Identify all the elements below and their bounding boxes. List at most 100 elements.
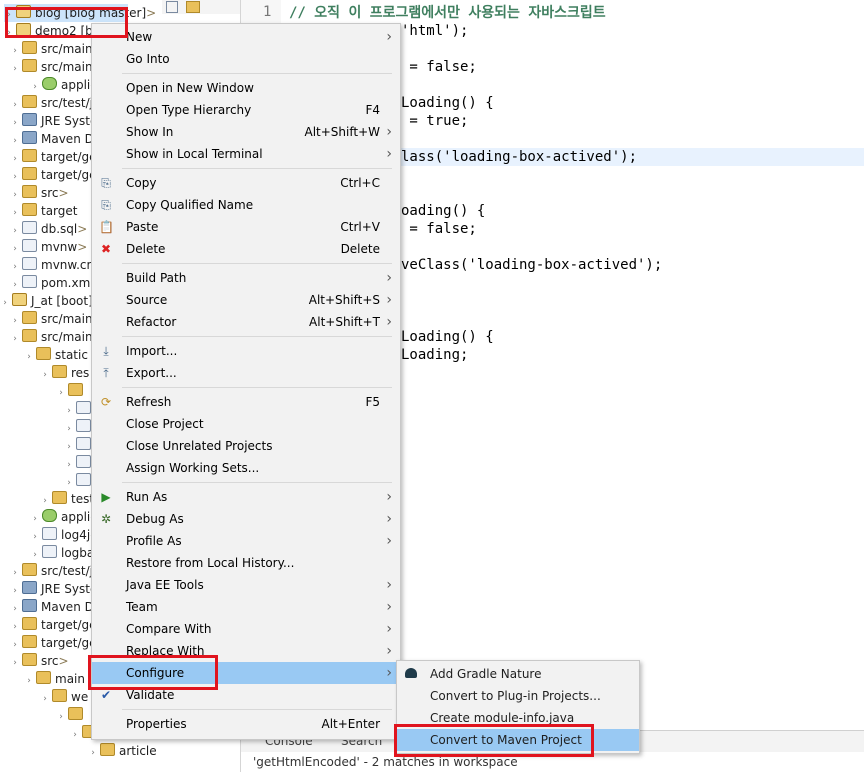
menu-item-show-in[interactable]: Show In Alt+Shift+W › xyxy=(92,121,400,143)
menu-item-label: Paste xyxy=(126,220,159,234)
tree-item[interactable]: › target/ge xyxy=(10,616,97,634)
menu-item-restore-from-local-history[interactable]: Restore from Local History... xyxy=(92,552,400,574)
code-line[interactable]: veClass('loading-box-actived'); xyxy=(401,256,662,274)
menu-item-profile-as[interactable]: Profile As › xyxy=(92,530,400,552)
menu-item-export[interactable]: ⤒ Export... xyxy=(92,362,400,384)
tree-item[interactable]: › article xyxy=(88,742,157,760)
tree-item[interactable]: › src> xyxy=(10,184,69,202)
tree-item[interactable]: › Maven D xyxy=(10,598,94,616)
tree-item[interactable]: › mvnw> xyxy=(10,238,87,256)
tree-item[interactable]: › J_at [boot] xyxy=(0,292,93,310)
menu-item-paste[interactable]: 📋 Paste Ctrl+V xyxy=(92,216,400,238)
debug-icon: ✲ xyxy=(100,512,112,526)
menu-item-build-path[interactable]: Build Path › xyxy=(92,267,400,289)
tree-item[interactable]: › JRE Syste xyxy=(10,580,97,598)
code-line[interactable]: Loading() { xyxy=(401,94,494,112)
tree-item[interactable]: › we xyxy=(40,688,88,706)
menu-item-go-into[interactable]: Go Into xyxy=(92,48,400,70)
folder-icon xyxy=(52,365,67,378)
file-icon xyxy=(42,527,57,540)
expand-chevron-icon[interactable]: › xyxy=(40,690,50,708)
tree-item-label: target/ge xyxy=(41,618,97,632)
menu-item-shortcut: Alt+Enter xyxy=(321,717,380,731)
tree-item-label: main xyxy=(55,672,85,686)
tree-item[interactable]: › target/ge xyxy=(10,634,97,652)
expand-chevron-icon[interactable]: › xyxy=(10,330,20,348)
expand-chevron-icon[interactable]: › xyxy=(40,366,50,384)
tree-item[interactable]: › src> xyxy=(10,652,69,670)
code-line[interactable]: Loading() { xyxy=(401,328,494,346)
submenu-arrow-icon: › xyxy=(386,577,392,593)
folder-icon xyxy=(22,95,37,108)
expand-chevron-icon[interactable]: › xyxy=(10,654,20,672)
expand-chevron-icon[interactable]: › xyxy=(10,60,20,78)
file-icon xyxy=(76,455,91,468)
menu-item-copy-qualified-name[interactable]: ⎘ Copy Qualified Name xyxy=(92,194,400,216)
menu-separator xyxy=(122,709,392,710)
submenu-arrow-icon: › xyxy=(386,29,392,45)
tree-item[interactable]: › target xyxy=(10,202,78,220)
code-line[interactable]: lass('loading-box-actived'); xyxy=(401,148,637,166)
tree-item[interactable]: › applic xyxy=(30,508,97,526)
import-icon: ⤓ xyxy=(103,344,109,358)
expand-chevron-icon[interactable]: › xyxy=(24,348,34,366)
folder-icon xyxy=(22,149,37,162)
menu-item-source[interactable]: Source Alt+Shift+S › xyxy=(92,289,400,311)
search-status: 'getHtmlEncoded' - 2 matches in workspac… xyxy=(253,755,518,769)
expand-chevron-icon[interactable]: › xyxy=(56,708,66,726)
menu-item-delete[interactable]: ✖ Delete Delete xyxy=(92,238,400,260)
expand-chevron-icon[interactable]: › xyxy=(70,726,80,744)
collapse-all-icon[interactable] xyxy=(166,1,178,13)
tree-item[interactable]: › main xyxy=(24,670,85,688)
submenu-item-convert-to-plug-in-projects[interactable]: Convert to Plug-in Projects... xyxy=(397,685,639,707)
tree-item-label: target xyxy=(41,204,78,218)
file-icon xyxy=(76,437,91,450)
menu-item-open-in-new-window[interactable]: Open in New Window xyxy=(92,77,400,99)
menu-item-refactor[interactable]: Refactor Alt+Shift+T › xyxy=(92,311,400,333)
menu-item-show-in-local-terminal[interactable]: Show in Local Terminal › xyxy=(92,143,400,165)
menu-item-shortcut: F4 xyxy=(365,103,380,117)
menu-item-run-as[interactable]: ▶ Run As › xyxy=(92,486,400,508)
menu-item-label: Run As xyxy=(126,490,168,504)
tree-item[interactable]: › src/test/ja xyxy=(10,562,100,580)
menu-item-copy[interactable]: ⎘ Copy Ctrl+C xyxy=(92,172,400,194)
expand-chevron-icon[interactable]: › xyxy=(0,294,10,312)
code-line[interactable]: oading() { xyxy=(401,202,485,220)
link-with-editor-icon[interactable] xyxy=(186,1,200,13)
menu-item-open-type-hierarchy[interactable]: Open Type Hierarchy F4 xyxy=(92,99,400,121)
code-line[interactable]: = false; xyxy=(401,220,476,238)
menu-item-properties[interactable]: Properties Alt+Enter xyxy=(92,713,400,735)
expand-chevron-icon[interactable]: › xyxy=(24,672,34,690)
code-line[interactable]: // 오직 이 프로그램에서만 사용되는 자바스크립트 xyxy=(289,4,606,22)
code-line[interactable]: = true; xyxy=(401,112,468,130)
menu-item-close-project[interactable]: Close Project xyxy=(92,413,400,435)
menu-item-refresh[interactable]: ⟳ Refresh F5 xyxy=(92,391,400,413)
library-icon xyxy=(22,581,37,594)
tree-item[interactable]: › db.sql> xyxy=(10,220,87,238)
folder-icon xyxy=(22,635,37,648)
menu-item-assign-working-sets[interactable]: Assign Working Sets... xyxy=(92,457,400,479)
tree-item[interactable]: › res xyxy=(40,364,89,382)
menu-item-java-ee-tools[interactable]: Java EE Tools › xyxy=(92,574,400,596)
menu-item-label: Debug As xyxy=(126,512,184,526)
menu-item-new[interactable]: New › xyxy=(92,26,400,48)
menu-item-label: Export... xyxy=(126,366,177,380)
folder-icon xyxy=(22,329,37,342)
code-line[interactable]: Loading; xyxy=(401,346,468,364)
menu-item-debug-as[interactable]: ✲ Debug As › xyxy=(92,508,400,530)
menu-item-label: Go Into xyxy=(126,52,170,66)
menu-item-close-unrelated-projects[interactable]: Close Unrelated Projects xyxy=(92,435,400,457)
menu-item-compare-with[interactable]: Compare With › xyxy=(92,618,400,640)
menu-item-import[interactable]: ⤓ Import... xyxy=(92,340,400,362)
code-line[interactable]: 'html'); xyxy=(401,22,468,40)
expand-chevron-icon[interactable]: › xyxy=(88,744,98,762)
tree-item[interactable]: › xyxy=(56,706,87,724)
tree-item[interactable]: › static xyxy=(24,346,88,364)
tree-item[interactable]: › xyxy=(56,382,87,400)
submenu-arrow-icon: › xyxy=(386,314,392,330)
menu-item-team[interactable]: Team › xyxy=(92,596,400,618)
tree-item[interactable]: › log4jd xyxy=(30,526,98,544)
tree-item[interactable]: › pom.xml xyxy=(10,274,94,292)
code-line[interactable]: = false; xyxy=(401,58,476,76)
submenu-item-add-gradle-nature[interactable]: Add Gradle Nature xyxy=(397,663,639,685)
